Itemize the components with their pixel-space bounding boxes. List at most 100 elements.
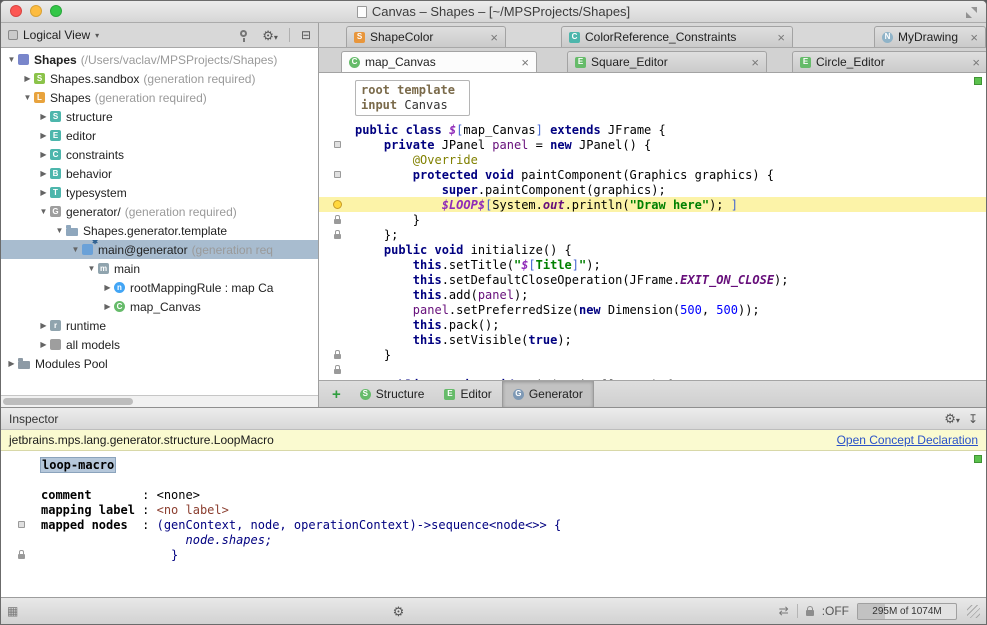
zoom-button[interactable] (50, 5, 62, 17)
code-line[interactable]: this.add(panel); (319, 287, 986, 302)
code-line[interactable] (319, 362, 986, 377)
tree-item-shapes[interactable]: ▼LShapes (generation required) (1, 88, 318, 107)
inspector-content[interactable]: loop-macro comment : <none>mapping label … (1, 451, 986, 597)
tree-item-all-models[interactable]: ▶all models (1, 335, 318, 354)
view-selector[interactable]: Logical View (23, 28, 90, 42)
expand-arrow-icon[interactable]: ▶ (101, 283, 114, 292)
code-line[interactable]: protected void paintComponent(Graphics g… (319, 167, 986, 182)
code-line[interactable]: } (1, 547, 986, 562)
bulb-icon[interactable] (333, 200, 342, 209)
close-tab-icon[interactable]: × (490, 31, 498, 44)
tree-item-shapes[interactable]: ▼Shapes (/Users/vaclav/MPSProjects/Shape… (1, 50, 318, 69)
aspect-tab-generator[interactable]: GGenerator (502, 381, 594, 407)
expand-arrow-icon[interactable]: ▶ (37, 321, 50, 330)
close-tab-icon[interactable]: × (972, 56, 980, 69)
expand-arrow-icon[interactable]: ▶ (37, 188, 50, 197)
aspect-tab-structure[interactable]: SStructure (350, 381, 435, 407)
tree-item-typesystem[interactable]: ▶Ttypesystem (1, 183, 318, 202)
close-tab-icon[interactable]: × (521, 56, 529, 69)
code-line[interactable]: node.shapes; (1, 532, 986, 547)
collapse-arrow-icon[interactable]: ▼ (85, 264, 98, 273)
expand-arrow-icon[interactable]: ▶ (37, 131, 50, 140)
code-line[interactable]: super.paintComponent(graphics); (319, 182, 986, 197)
tree-item-modules-pool[interactable]: ▶Modules Pool (1, 354, 318, 373)
code-line[interactable]: panel.setPreferredSize(new Dimension(500… (319, 302, 986, 317)
code-line[interactable]: loop-macro (1, 457, 986, 472)
tree-item-main[interactable]: ▼mmain (1, 259, 318, 278)
close-tab-icon[interactable]: × (751, 56, 759, 69)
code-line[interactable]: this.setTitle("$[Title]"); (319, 257, 986, 272)
close-tab-icon[interactable]: × (777, 31, 785, 44)
code-line[interactable]: mapped nodes : (genContext, node, operat… (1, 517, 986, 532)
tree-item-constraints[interactable]: ▶Cconstraints (1, 145, 318, 164)
tree-item-shapes-sandbox[interactable]: ▶SShapes.sandbox (generation required) (1, 69, 318, 88)
tab-colorreference-constraints[interactable]: CColorReference_Constraints× (561, 26, 793, 47)
expand-arrow-icon[interactable]: ▶ (21, 74, 34, 83)
collapse-arrow-icon[interactable]: ▼ (37, 207, 50, 216)
expand-arrow-icon[interactable]: ▶ (37, 112, 50, 121)
hide-panel-icon[interactable]: ⊟ (301, 29, 311, 41)
expand-arrow-icon[interactable]: ▶ (101, 302, 114, 311)
code-line[interactable]: } (319, 347, 986, 362)
memory-indicator[interactable]: 295M of 1074M (857, 603, 957, 620)
tree-item-editor[interactable]: ▶Eeditor (1, 126, 318, 145)
code-line[interactable]: public static void main(string[] args) { (319, 377, 986, 380)
status-arrows-icon[interactable]: ⇄ (779, 605, 789, 617)
code-line[interactable]: this.setVisible(true); (319, 332, 986, 347)
expand-arrow-icon[interactable]: ▶ (37, 150, 50, 159)
horizontal-scrollbar[interactable] (1, 395, 318, 407)
collapse-arrow-icon[interactable]: ▼ (5, 55, 18, 64)
code-line[interactable]: public class $[map_Canvas] extends JFram… (319, 122, 986, 137)
code-line[interactable]: private JPanel panel = new JPanel() { (319, 137, 986, 152)
code-line[interactable]: this.setDefaultCloseOperation(JFrame.EXI… (319, 272, 986, 287)
tab-map-canvas[interactable]: Cmap_Canvas× (341, 51, 537, 72)
chevron-down-icon[interactable]: ▾ (95, 31, 99, 40)
code-line[interactable]: public void initialize() { (319, 242, 986, 257)
tree-item-rootmappingrule-map-ca[interactable]: ▶nrootMappingRule : map Ca (1, 278, 318, 297)
code-line[interactable]: this.pack(); (319, 317, 986, 332)
collapse-arrow-icon[interactable]: ▼ (53, 226, 66, 235)
resize-grip[interactable] (967, 605, 980, 618)
code-line[interactable] (1, 472, 986, 487)
tab-square-editor[interactable]: ESquare_Editor× (567, 51, 767, 72)
lock-icon[interactable] (806, 610, 814, 616)
aspect-tab-editor[interactable]: EEditor (434, 381, 501, 407)
tab-mydrawing[interactable]: NMyDrawing× (874, 26, 986, 47)
code-line[interactable]: mapping label : <no label> (1, 502, 986, 517)
add-aspect-button[interactable]: + (323, 381, 350, 407)
code-line[interactable]: }; (319, 227, 986, 242)
tree-item-main-generator[interactable]: ▼✱main@generator (generation req (1, 240, 318, 259)
expand-arrow-icon[interactable]: ▶ (5, 359, 18, 368)
status-gear-icon[interactable]: ⚙ (393, 605, 405, 618)
fullscreen-icon[interactable] (966, 7, 977, 18)
open-concept-declaration-link[interactable]: Open Concept Declaration (837, 433, 978, 447)
close-tab-icon[interactable]: × (970, 31, 978, 44)
inspector-title: Inspector (9, 412, 936, 426)
hide-inspector-icon[interactable]: ↧ (968, 413, 978, 425)
tree-item-map-canvas[interactable]: ▶Cmap_Canvas (1, 297, 318, 316)
node-icon: N (882, 32, 893, 43)
inspector-settings-gear-icon[interactable]: ⚙▾ (944, 412, 960, 425)
tree-item-runtime[interactable]: ▶rruntime (1, 316, 318, 335)
minimize-button[interactable] (30, 5, 42, 17)
close-button[interactable] (10, 5, 22, 17)
scrollbar-thumb[interactable] (3, 398, 133, 405)
code-area[interactable]: root templateinput Canvaspublic class $[… (319, 73, 986, 380)
collapse-arrow-icon[interactable]: ▼ (21, 93, 34, 102)
expand-arrow-icon[interactable]: ▶ (37, 169, 50, 178)
tab-shapecolor[interactable]: SShapeColor× (346, 26, 506, 47)
code-line[interactable]: $LOOP$[System.out.println("Draw here"); … (319, 197, 986, 212)
pin-icon[interactable] (240, 30, 247, 37)
code-line[interactable]: @Override (319, 152, 986, 167)
settings-gear-icon[interactable]: ⚙▾ (262, 29, 278, 42)
tree-item-generator[interactable]: ▼Ggenerator/ (generation required) (1, 202, 318, 221)
collapse-arrow-icon[interactable]: ▼ (69, 245, 82, 254)
code-line[interactable]: comment : <none> (1, 487, 986, 502)
tab-circle-editor[interactable]: ECircle_Editor× (792, 51, 986, 72)
tree-item-shapes-generator-template[interactable]: ▼Shapes.generator.template (1, 221, 318, 240)
tree-item-behavior[interactable]: ▶Bbehavior (1, 164, 318, 183)
tree-item-structure[interactable]: ▶Sstructure (1, 107, 318, 126)
expand-arrow-icon[interactable]: ▶ (37, 340, 50, 349)
code-line[interactable]: } (319, 212, 986, 227)
toggle-toolwindows-icon[interactable]: ▦ (7, 605, 18, 617)
